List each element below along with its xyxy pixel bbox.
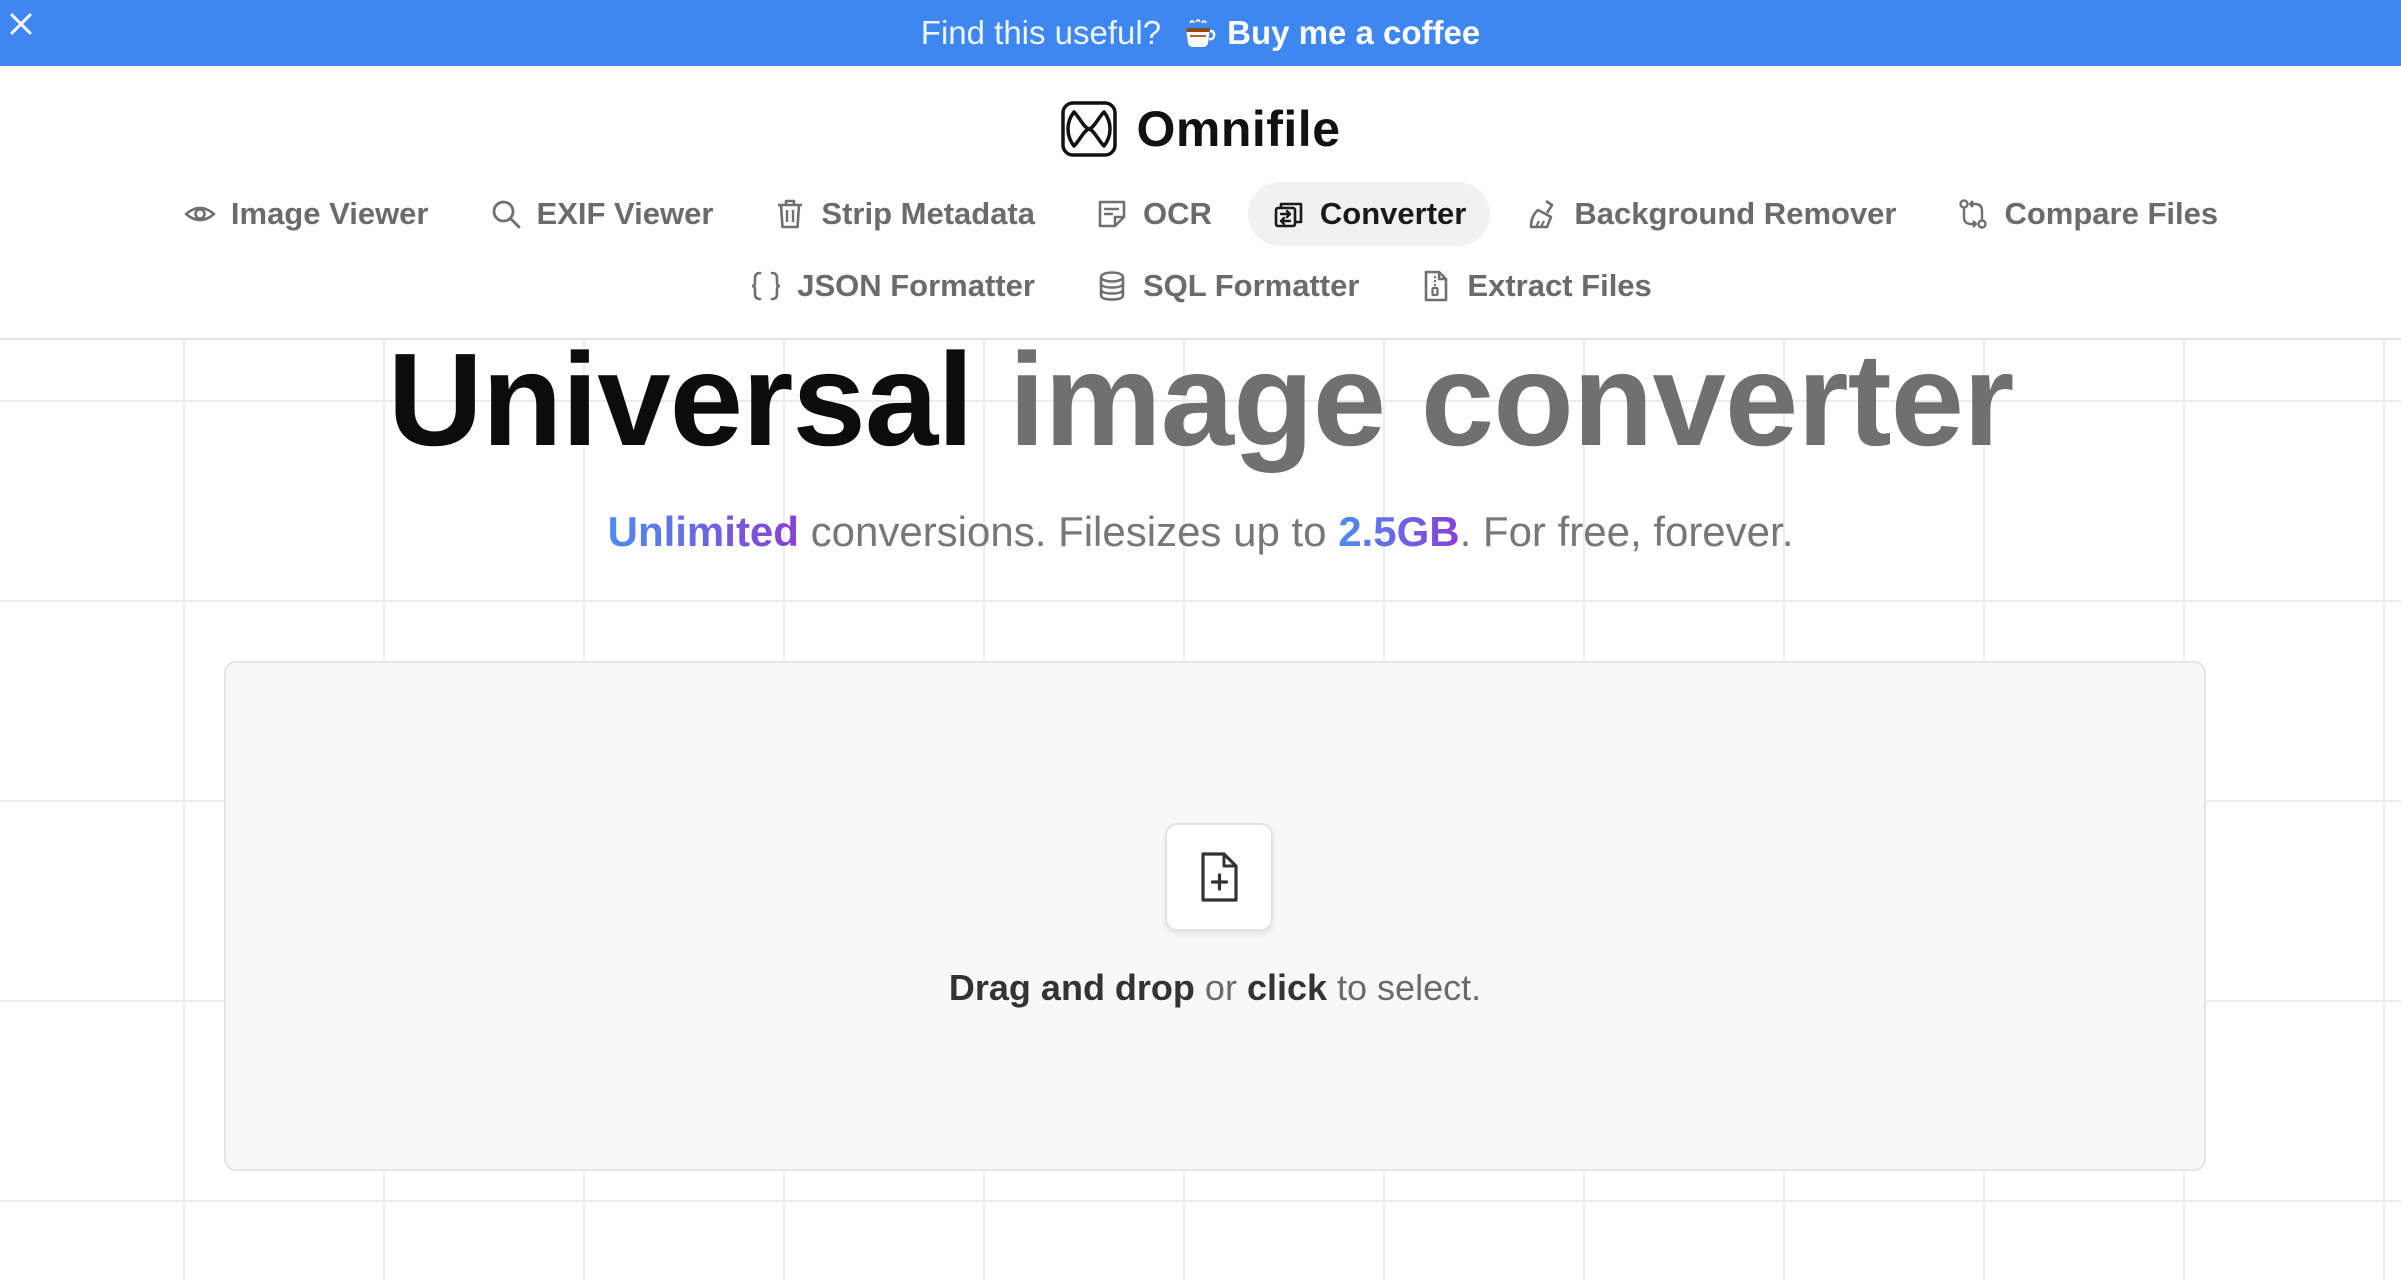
nav-label: Strip Metadata xyxy=(821,196,1036,231)
page-title-dark: Universal xyxy=(387,326,974,473)
git-compare-icon xyxy=(1956,197,1990,231)
nav-item-sql-formatter[interactable]: SQL Formatter xyxy=(1071,254,1383,318)
file-dropzone[interactable]: Drag and drop or click to select. xyxy=(224,661,2206,1171)
dropzone-instructions: Drag and drop or click to select. xyxy=(226,967,2204,1009)
or-text: or xyxy=(1194,967,1247,1008)
brand-name: Omnifile xyxy=(1136,101,1341,157)
nav-label: Image Viewer xyxy=(230,196,429,231)
drag-and-drop-text: Drag and drop xyxy=(948,967,1195,1008)
click-text: click xyxy=(1246,967,1328,1008)
nav-row-2: JSON Formatter SQL Formatter Extract Fil… xyxy=(0,254,2401,318)
nav-label: JSON Formatter xyxy=(797,268,1035,303)
coffee-cup-icon[interactable] xyxy=(1181,15,1217,51)
eye-icon xyxy=(183,197,217,231)
brush-icon xyxy=(1526,197,1560,231)
to-select-text: to select. xyxy=(1327,967,1482,1008)
nav-label: OCR xyxy=(1143,196,1212,231)
page-title-grey: image converter xyxy=(1008,326,2015,473)
nav-item-image-viewer[interactable]: Image Viewer xyxy=(159,182,453,246)
nav-label: SQL Formatter xyxy=(1142,268,1360,303)
nav-item-exif-viewer[interactable]: EXIF Viewer xyxy=(465,182,738,246)
nav-label: Converter xyxy=(1319,196,1467,231)
nav-label: Background Remover xyxy=(1574,196,1897,231)
subtitle-highlight-unlimited: Unlimited xyxy=(607,508,799,555)
nav-item-background-remover[interactable]: Background Remover xyxy=(1502,182,1920,246)
subtitle-text-1: conversions. Filesizes up to xyxy=(798,508,1339,555)
trash-icon xyxy=(773,197,807,231)
page-subtitle: Unlimited conversions. Filesizes up to 2… xyxy=(0,508,2401,556)
nav-item-strip-metadata[interactable]: Strip Metadata xyxy=(749,182,1059,246)
file-plus-icon[interactable] xyxy=(1165,823,1273,931)
nav-label: EXIF Viewer xyxy=(536,196,714,231)
buy-me-a-coffee-link[interactable]: Buy me a coffee xyxy=(1227,14,1480,52)
top-banner: Find this useful? Buy me a coffee xyxy=(0,0,2401,66)
nav-item-extract-files[interactable]: Extract Files xyxy=(1395,254,1675,318)
omnifile-logo-icon xyxy=(1060,100,1118,158)
subtitle-text-2: . For free, forever. xyxy=(1459,508,1794,555)
nav-item-ocr[interactable]: OCR xyxy=(1071,182,1236,246)
page-title: Universal image converter xyxy=(0,320,2401,480)
site-header: Omnifile Image Viewer EXIF Viewer Strip … xyxy=(0,66,2401,340)
nav-label: Extract Files xyxy=(1467,268,1652,303)
nav-label: Compare Files xyxy=(2004,196,2219,231)
nav-row-1: Image Viewer EXIF Viewer Strip Metadata … xyxy=(0,182,2401,246)
close-icon[interactable] xyxy=(6,9,36,39)
database-icon xyxy=(1095,269,1129,303)
convert-icon xyxy=(1272,197,1306,231)
nav-item-json-formatter[interactable]: JSON Formatter xyxy=(725,254,1059,318)
banner-text: Find this useful? xyxy=(920,14,1162,51)
brand[interactable]: Omnifile xyxy=(0,100,2401,158)
subtitle-highlight-filesize: 2.5GB xyxy=(1338,508,1460,555)
note-icon xyxy=(1095,197,1129,231)
braces-icon xyxy=(749,269,783,303)
search-icon xyxy=(489,197,523,231)
nav-item-compare-files[interactable]: Compare Files xyxy=(1932,182,2242,246)
nav-item-converter[interactable]: Converter xyxy=(1247,182,1491,246)
file-zip-icon xyxy=(1419,269,1453,303)
